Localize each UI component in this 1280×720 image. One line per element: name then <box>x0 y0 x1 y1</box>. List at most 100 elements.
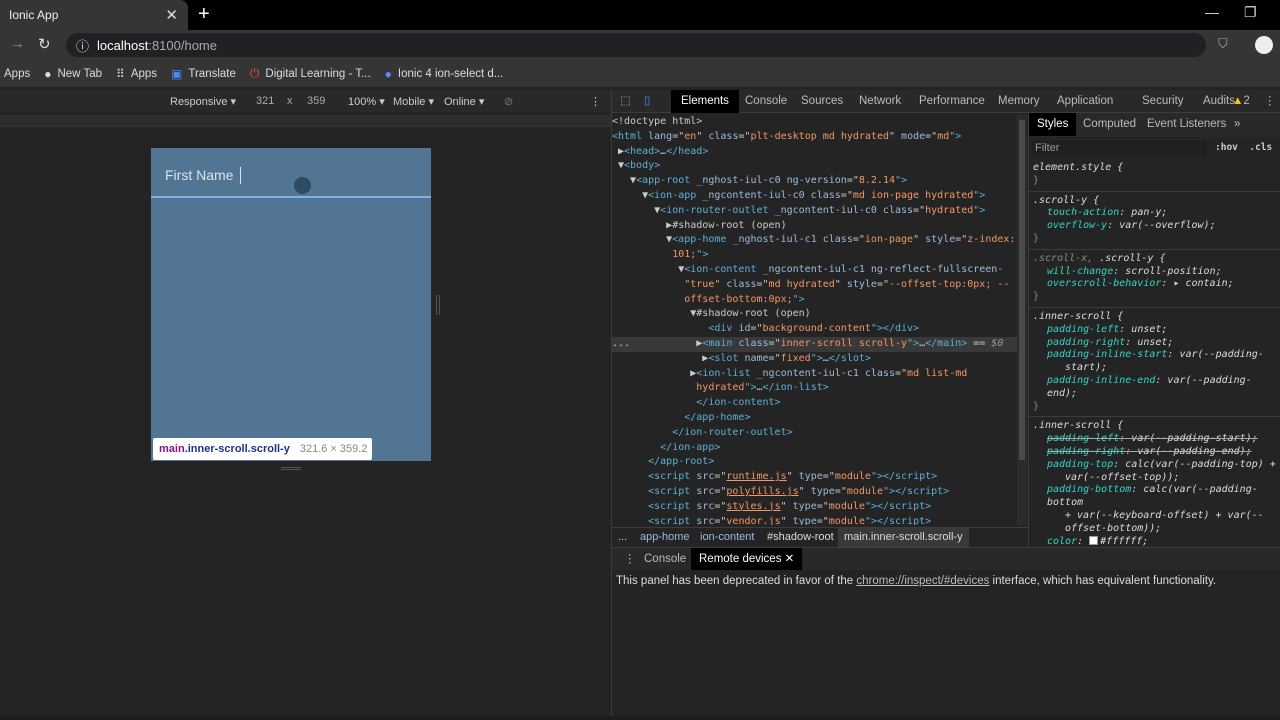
scrollbar-thumb[interactable] <box>1019 120 1025 460</box>
rotate-icon[interactable]: ⊘ <box>504 95 513 108</box>
style-declaration[interactable]: will-change: scroll-position; <box>1033 266 1277 279</box>
width-input[interactable]: 321 <box>256 95 274 107</box>
style-declaration[interactable]: padding-inline-start: var(--padding-star… <box>1033 349 1277 375</box>
property-name[interactable]: will-change <box>1047 266 1113 277</box>
dom-node-line[interactable]: <div id="background-content"></div> <box>612 322 1017 337</box>
style-declaration[interactable]: overflow-y: var(--overflow); <box>1033 220 1277 233</box>
dom-node-line[interactable]: hydrated">…</ion-list> <box>612 381 1017 396</box>
property-value[interactable]: var(--overflow); <box>1119 220 1215 231</box>
avatar[interactable] <box>1255 36 1273 54</box>
mode-select[interactable]: Mobile ▾ <box>393 95 434 108</box>
dom-node-line[interactable]: offset-bottom:0px;"> <box>612 293 1017 308</box>
tab-network[interactable]: Network <box>849 90 911 113</box>
right-resize-handle[interactable] <box>436 295 440 315</box>
rule-selector[interactable]: element.style { <box>1033 162 1123 173</box>
dom-node-line[interactable]: ▼<app-root _nghost-iul-c0 ng-version="8.… <box>612 174 1017 189</box>
dom-node-line[interactable]: ▼<app-home _nghost-iul-c1 class="ion-pag… <box>612 233 1017 248</box>
crumb-shadow-root[interactable]: #shadow-root <box>767 531 834 543</box>
dom-node-line[interactable]: <script src="vendor.js" type="module"></… <box>612 515 1017 525</box>
dom-node-line[interactable]: <script src="runtime.js" type="module"><… <box>612 470 1017 485</box>
dom-node-line[interactable]: <!doctype html> <box>612 115 1017 130</box>
tab-memory[interactable]: Memory <box>988 90 1050 113</box>
dom-node-line[interactable]: ▶#shadow-root (open) <box>612 219 1017 234</box>
zoom-select[interactable]: 100% ▾ <box>348 95 385 108</box>
info-icon[interactable]: ⓘ <box>76 36 89 55</box>
dom-tree-scrollbar[interactable] <box>1017 115 1027 525</box>
style-declaration[interactable]: padding-left: unset; <box>1033 324 1277 337</box>
dom-node-line[interactable]: </ion-content> <box>612 396 1017 411</box>
tab-security[interactable]: Security <box>1132 90 1194 113</box>
tab-performance[interactable]: Performance <box>909 90 995 113</box>
more-options-icon[interactable]: ⋮ <box>590 95 601 108</box>
bookmark-translate[interactable]: ▣ Translate <box>171 67 236 81</box>
warnings-badge[interactable]: ▲2 <box>1228 90 1254 113</box>
color-swatch[interactable] <box>1089 535 1099 545</box>
tab-computed[interactable]: Computed <box>1073 113 1146 136</box>
url-bar[interactable]: ⓘ localhost:8100/home <box>66 33 1206 57</box>
network-select[interactable]: Online ▾ <box>444 95 484 108</box>
inspect-devices-link[interactable]: chrome://inspect/#devices <box>856 575 989 587</box>
dom-node-line[interactable]: </ion-app> <box>612 441 1017 456</box>
bookmark-new-tab[interactable]: ● New Tab <box>44 67 102 81</box>
property-value[interactable]: var(--padding- <box>1179 349 1263 360</box>
property-value[interactable]: ▸ contain; <box>1173 278 1233 289</box>
style-declaration[interactable]: padding-right: var(--padding-end); <box>1033 446 1277 459</box>
rule-selector[interactable]: .inner-scroll { <box>1033 311 1123 322</box>
drawer-tab-console[interactable]: Console <box>636 548 694 570</box>
bookmark-ionic[interactable]: ● Ionic 4 ion-select d... <box>385 67 504 81</box>
shield-icon[interactable]: ⛉ <box>1218 36 1228 52</box>
property-name[interactable]: padding-top <box>1047 459 1113 470</box>
property-name[interactable]: overflow-y <box>1047 220 1107 231</box>
crumb-app-home[interactable]: app-home <box>640 531 690 543</box>
property-name[interactable]: color <box>1047 536 1077 547</box>
property-name[interactable]: overscroll-behavior <box>1047 278 1161 289</box>
drawer-tab-remote-devices[interactable]: Remote devices ✕ <box>691 548 803 570</box>
style-declaration[interactable]: touch-action: pan-y; <box>1033 207 1277 220</box>
tab-application[interactable]: Application <box>1047 90 1123 113</box>
crumb-main[interactable]: main.inner-scroll.scroll-y <box>838 528 969 547</box>
bookmark-digital-learning[interactable]: ⏻ Digital Learning - T... <box>250 66 371 81</box>
dom-node-line[interactable]: "true" class="md hydrated" style="--offs… <box>612 278 1017 293</box>
tab-console[interactable]: Console <box>735 90 797 113</box>
dom-node-line[interactable]: 101;"> <box>612 248 1017 263</box>
dom-node-line[interactable]: ▼<ion-content _ngcontent-iul-c1 ng-refle… <box>612 263 1017 278</box>
tab-sources[interactable]: Sources <box>791 90 853 113</box>
crumb-ion-content[interactable]: ion-content <box>700 531 754 543</box>
device-toggle-icon[interactable]: ▯ <box>640 90 654 113</box>
height-input[interactable]: 359 <box>307 95 325 107</box>
rule-selector[interactable]: .scroll-y { <box>1033 195 1099 206</box>
property-name[interactable]: padding-inline-start <box>1047 349 1167 360</box>
dom-node-line[interactable]: <script src="styles.js" type="module"></… <box>612 500 1017 515</box>
dom-node-line[interactable]: <script src="polyfills.js" type="module"… <box>612 485 1017 500</box>
inspect-icon[interactable]: ⬚ <box>616 90 635 113</box>
tab-elements[interactable]: Elements <box>671 90 739 113</box>
dom-node-line[interactable]: ▼<ion-router-outlet _ngcontent-iul-c0 cl… <box>612 204 1017 219</box>
property-value[interactable]: pan-y; <box>1131 207 1167 218</box>
maximize-icon[interactable]: ❐ <box>1244 4 1257 21</box>
hov-toggle[interactable]: :hov .cls <box>1215 142 1272 153</box>
devtools-menu-icon[interactable]: ⋮ <box>1260 90 1280 113</box>
style-declaration[interactable]: overscroll-behavior: ▸ contain; <box>1033 278 1277 291</box>
tab-styles[interactable]: Styles <box>1029 113 1077 136</box>
dom-node-line[interactable]: ▶<head>…</head> <box>612 145 1017 160</box>
style-declaration[interactable]: padding-bottom: calc(var(--padding-botto… <box>1033 484 1277 535</box>
dom-node-line[interactable]: ▼#shadow-root (open) <box>612 307 1017 322</box>
new-tab-icon[interactable]: + <box>198 3 210 26</box>
more-tabs-icon[interactable]: » <box>1224 113 1250 136</box>
dom-node-line[interactable]: <html lang="en" class="plt-desktop md hy… <box>612 130 1017 145</box>
property-name[interactable]: padding-bottom <box>1047 484 1131 495</box>
style-declaration[interactable]: padding-top: calc(var(--padding-top) + va… <box>1033 459 1277 485</box>
bookmark-apps-grid[interactable]: ⠿ Apps <box>116 67 157 81</box>
bottom-resize-handle[interactable] <box>281 467 301 470</box>
property-name[interactable]: padding-inline-end <box>1047 375 1155 386</box>
property-value[interactable]: unset; <box>1137 337 1173 348</box>
dom-node-line[interactable]: </app-root> <box>612 455 1017 470</box>
styles-filter-input[interactable]: Filter <box>1032 140 1207 157</box>
style-declaration[interactable]: padding-left: var(--padding-start); <box>1033 433 1277 446</box>
style-declaration[interactable]: padding-right: unset; <box>1033 337 1277 350</box>
property-name[interactable]: padding-left <box>1047 324 1119 335</box>
style-declaration[interactable]: padding-inline-end: var(--padding-end); <box>1033 375 1277 401</box>
property-value[interactable]: var(--padding-end); <box>1137 446 1251 457</box>
property-name[interactable]: touch-action <box>1047 207 1119 218</box>
property-name[interactable]: padding-left <box>1047 433 1119 444</box>
